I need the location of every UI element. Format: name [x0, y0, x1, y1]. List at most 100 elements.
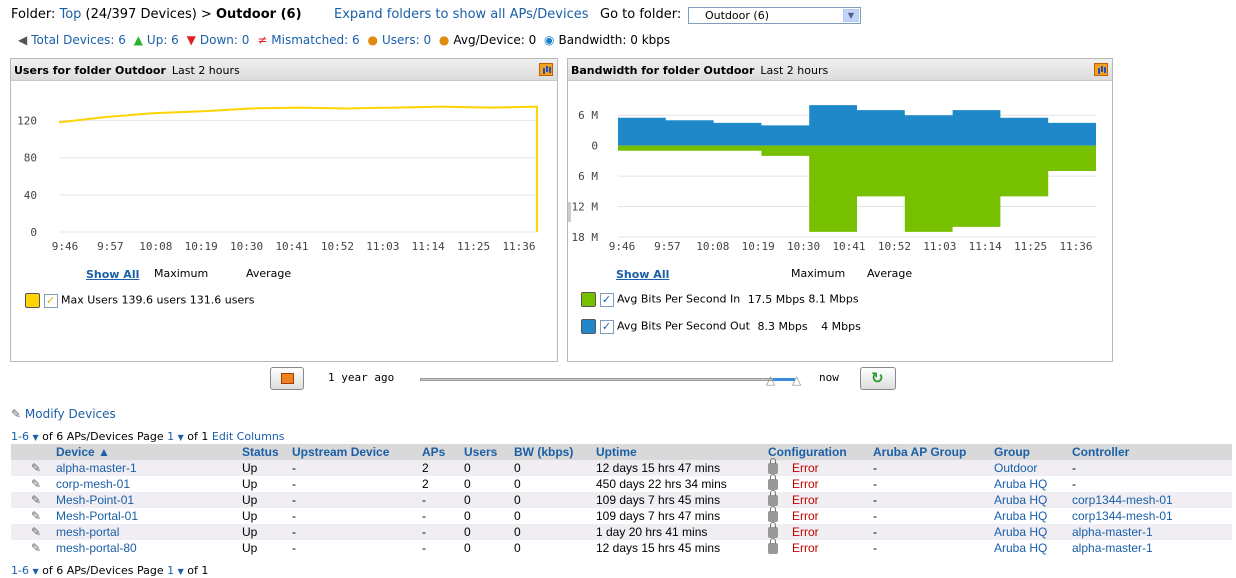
col-aps[interactable]: APs — [419, 444, 461, 460]
lock-icon — [768, 506, 778, 523]
bandwidth-text: Bandwidth: 0 kbps — [558, 33, 671, 47]
calendar-button[interactable] — [270, 367, 304, 390]
pager-range-link[interactable]: 1-6 — [11, 430, 29, 443]
cell-status: Up — [239, 524, 289, 540]
cell-aps: 2 — [419, 460, 461, 476]
chevron-down-icon[interactable]: ▼ — [843, 9, 859, 22]
config-status[interactable]: Error — [792, 477, 819, 491]
wrench-icon[interactable]: ✎ — [31, 525, 41, 539]
col-aruba-ap-group[interactable]: Aruba AP Group — [870, 444, 991, 460]
col-status[interactable]: Status — [239, 444, 289, 460]
users-show-all-link[interactable]: Show All — [86, 268, 139, 281]
cell-group[interactable]: Outdoor — [991, 460, 1069, 476]
col-controller[interactable]: Controller — [1069, 444, 1232, 460]
col-users[interactable]: Users — [461, 444, 511, 460]
cell-device[interactable]: mesh-portal-80 — [53, 540, 239, 556]
bw-out-checkbox[interactable]: ✓ — [599, 319, 614, 334]
chevron-down-icon[interactable]: ▼ — [32, 433, 38, 442]
x-tick-label: 10:52 — [321, 240, 354, 253]
bw-panel-header: Bandwidth for folder Outdoor Last 2 hours — [568, 59, 1112, 81]
cell-group[interactable]: Aruba HQ — [991, 508, 1069, 524]
slider-start-handle[interactable]: △ — [766, 373, 775, 387]
config-status[interactable]: Error — [792, 509, 819, 523]
top-folder-link[interactable]: Top — [59, 7, 81, 22]
cell-controller[interactable]: alpha-master-1 — [1069, 524, 1232, 540]
lock-icon — [768, 474, 778, 491]
mismatched-devices-link[interactable]: Mismatched: 6 — [271, 33, 359, 47]
total-devices-link[interactable]: Total Devices: 6 — [31, 33, 126, 47]
cell-group[interactable]: Aruba HQ — [991, 524, 1069, 540]
slider-start-label: 1 year ago — [328, 371, 395, 384]
cell-bw: 0 — [511, 460, 593, 476]
cell-status: Up — [239, 476, 289, 492]
out-area — [618, 105, 1096, 146]
chevron-down-icon[interactable]: ▼ — [178, 567, 184, 576]
down-devices-link[interactable]: Down: 0 — [200, 33, 250, 47]
users-link[interactable]: Users: 0 — [382, 33, 431, 47]
wrench-icon[interactable]: ✎ — [31, 541, 41, 555]
edit-columns-link[interactable]: Edit Columns — [212, 430, 285, 443]
goto-folder-value: Outdoor (6) — [705, 9, 769, 22]
cell-device[interactable]: alpha-master-1 — [53, 460, 239, 476]
cell-controller[interactable]: alpha-master-1 — [1069, 540, 1232, 556]
col-group[interactable]: Group — [991, 444, 1069, 460]
col-configuration[interactable]: Configuration — [765, 444, 870, 460]
cell-group[interactable]: Aruba HQ — [991, 540, 1069, 556]
x-tick-label: 11:03 — [923, 240, 956, 253]
up-devices-link[interactable]: Up: 6 — [147, 33, 179, 47]
cell-configuration: Error — [765, 506, 870, 524]
cell-device[interactable]: Mesh-Portal-01 — [53, 508, 239, 524]
wrench-icon[interactable]: ✎ — [31, 461, 41, 475]
devices-table: Device ▲ Status Upstream Device APs User… — [11, 444, 1232, 556]
col-upstream[interactable]: Upstream Device — [289, 444, 419, 460]
wrench-icon[interactable]: ✎ — [31, 477, 41, 491]
pager-page-link[interactable]: 1 — [167, 430, 174, 443]
bw-legend-out: ✓ Avg Bits Per Second Out 8.3 Mbps 4 Mbp… — [581, 319, 861, 334]
col-bw[interactable]: BW (kbps) — [511, 444, 593, 460]
table-row: ✎ corp-mesh-01 Up -2 0 0 450 days 22 hrs 34 mi… — [11, 474, 1232, 492]
users-series-label: Max Users — [61, 293, 119, 307]
chevron-down-icon[interactable]: ▼ — [178, 433, 184, 442]
col-device[interactable]: Device ▲ — [53, 444, 239, 460]
bw-in-avg: 8.1 Mbps — [808, 292, 859, 306]
table-row: ✎ Mesh-Portal-01 Up - -0 0 109 days 7 hrs 47 m… — [11, 506, 1232, 524]
current-folder: Outdoor (6) — [215, 7, 302, 22]
pager-range-link[interactable]: 1-6 — [11, 564, 29, 577]
table-row: ✎ Mesh-Point-01 Up - -0 0 109 days 7 hrs 45 mi… — [11, 490, 1232, 508]
config-status[interactable]: Error — [792, 493, 819, 507]
config-status[interactable]: Error — [792, 461, 819, 475]
chart-options-icon[interactable] — [1094, 63, 1108, 76]
cell-controller[interactable]: corp1344-mesh-01 — [1069, 508, 1232, 524]
wrench-icon[interactable]: ✎ — [31, 493, 41, 507]
cell-device[interactable]: mesh-portal — [53, 524, 239, 540]
users-panel-header: Users for folder Outdoor Last 2 hours — [11, 59, 557, 81]
wrench-icon[interactable]: ✎ — [31, 509, 41, 523]
slider-track[interactable] — [420, 378, 790, 381]
col-uptime[interactable]: Uptime — [593, 444, 765, 460]
chevron-down-icon[interactable]: ▼ — [32, 567, 38, 576]
expand-folders-link[interactable]: Expand folders to show all APs/Devices — [334, 7, 589, 22]
cell-aps: - — [419, 492, 461, 508]
bw-in-checkbox[interactable]: ✓ — [599, 292, 614, 307]
config-status[interactable]: Error — [792, 525, 819, 539]
slider-end-handle[interactable]: △ — [792, 373, 801, 387]
avg-device-text: Avg/Device: 0 — [453, 33, 537, 47]
users-series-checkbox[interactable]: ✓ — [43, 293, 58, 308]
goto-folder-select[interactable]: Outdoor (6) ▼ — [688, 7, 861, 24]
cell-group[interactable]: Aruba HQ — [991, 476, 1069, 492]
pager-page-link[interactable]: 1 — [167, 564, 174, 577]
y-tick-label: 80 — [24, 152, 37, 165]
cell-configuration: Error — [765, 538, 870, 556]
cell-upstream: - — [289, 460, 419, 476]
slider-end-label: now — [819, 371, 839, 384]
refresh-button[interactable]: ↻ — [860, 367, 896, 390]
cell-device[interactable]: corp-mesh-01 — [53, 476, 239, 492]
cell-device[interactable]: Mesh-Point-01 — [53, 492, 239, 508]
modify-devices-link[interactable]: ✎ Modify Devices — [11, 407, 116, 421]
bw-show-all-link[interactable]: Show All — [616, 268, 669, 281]
config-status[interactable]: Error — [792, 541, 819, 555]
chart-options-icon[interactable] — [539, 63, 553, 76]
cell-group[interactable]: Aruba HQ — [991, 492, 1069, 508]
cell-aruba-ap-group: - — [870, 524, 991, 540]
cell-controller[interactable]: corp1344-mesh-01 — [1069, 492, 1232, 508]
